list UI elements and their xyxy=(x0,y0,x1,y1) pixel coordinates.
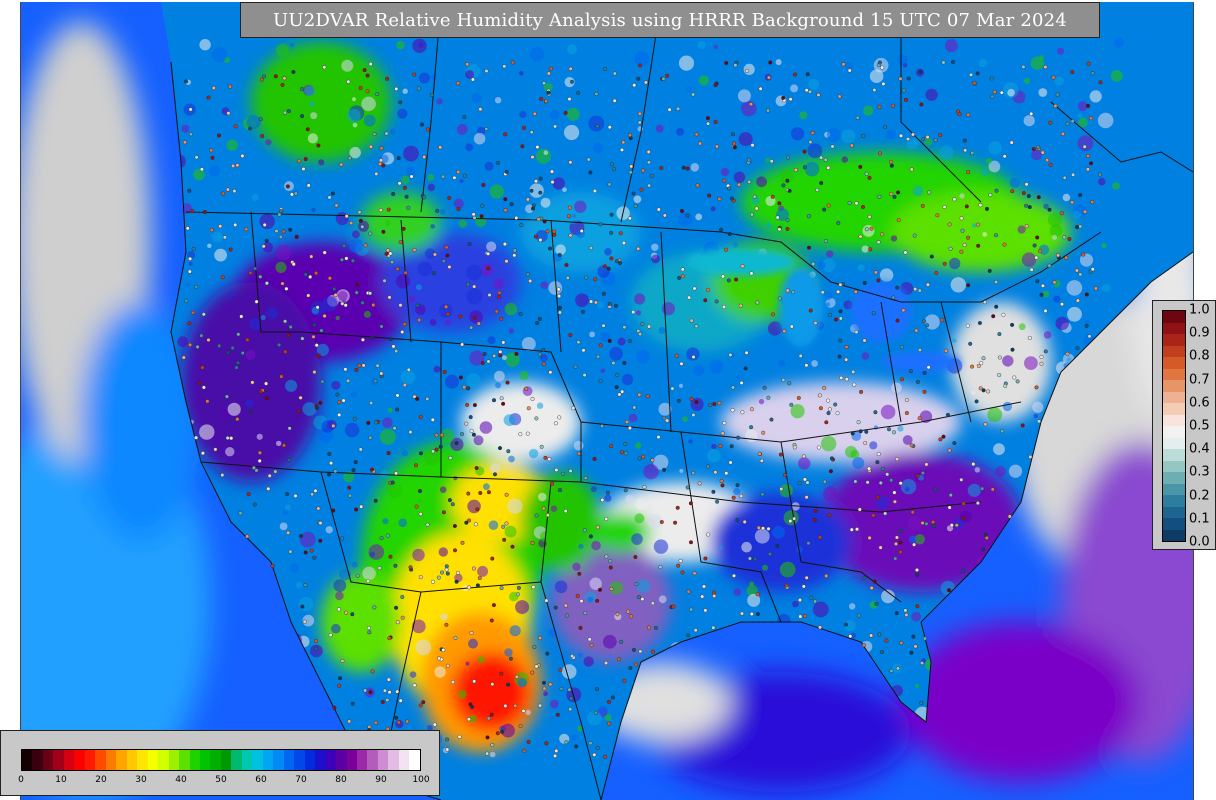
map-panel xyxy=(20,2,1194,800)
rh-colorbar-segment xyxy=(346,750,357,770)
obs-colorbar-tick-label: 0.1 xyxy=(1189,511,1210,527)
rh-colorbar-segment xyxy=(231,750,242,770)
rh-colorbar-segment xyxy=(304,750,316,770)
rh-colorbar-segment xyxy=(241,750,253,770)
rh-colorbar-segment xyxy=(210,750,221,770)
rh-colorbar-segment xyxy=(252,750,263,770)
rh-colorbar-segment xyxy=(147,750,159,770)
rh-colorbar-segment xyxy=(116,750,127,770)
obs-colorbar-segment xyxy=(1163,437,1185,449)
rh-colorbar-tick-label: 90 xyxy=(375,775,387,785)
rh-colorbar-segment xyxy=(315,750,326,770)
obs-colorbar-tick-label: 0.9 xyxy=(1189,325,1210,341)
rh-colorbar-segment xyxy=(377,750,389,770)
rh-colorbar-segment xyxy=(325,750,337,770)
rh-colorbar-segment xyxy=(22,750,33,770)
obs-colorbar-segment xyxy=(1163,483,1185,495)
obs-colorbar-tick-label: 0.7 xyxy=(1189,372,1210,388)
rh-colorbar-segment xyxy=(398,750,410,770)
rh-colorbar-tick-label: 0 xyxy=(18,775,24,785)
rh-colorbar-segment xyxy=(262,750,274,770)
rh-colorbar-segment xyxy=(179,750,190,770)
obs-colorbar-ticks: 0.0 0.1 0.2 0.3 0.4 0.5 0.6 0.7 0.8 0.9 1.0 xyxy=(1189,303,1215,550)
rh-colorbar-segment xyxy=(409,750,420,770)
rh-colorbar-segment xyxy=(158,750,169,770)
map-title: UU2DVAR Relative Humidity Analysis using… xyxy=(240,2,1100,38)
rh-colorbar-segment xyxy=(367,750,378,770)
obs-colorbar-tick-label: 0.2 xyxy=(1189,488,1210,504)
rh-colorbar-segment xyxy=(283,750,295,770)
obs-colorbar-segment xyxy=(1163,426,1185,438)
obs-colorbar-segment xyxy=(1163,334,1185,346)
obs-colorbar-segment xyxy=(1163,472,1185,484)
rh-colorbar-segment xyxy=(294,750,305,770)
rh-colorbar-ticks: 0 10 20 30 40 50 60 70 80 90 100 xyxy=(18,775,429,789)
obs-colorbar-segment xyxy=(1163,529,1185,541)
rh-colorbar-tick-label: 40 xyxy=(175,775,187,785)
obs-colorbar-segment xyxy=(1163,322,1185,334)
obs-colorbar-segment xyxy=(1163,380,1185,392)
rh-colorbar-segment xyxy=(105,750,117,770)
obs-colorbar-tick-label: 0.4 xyxy=(1189,441,1210,457)
obs-colorbar-tick-label: 0.8 xyxy=(1189,348,1210,364)
rh-colorbar-tick-label: 30 xyxy=(135,775,147,785)
rh-colorbar-bar xyxy=(21,749,421,771)
obs-colorbar-tick-label: 1.0 xyxy=(1189,302,1210,318)
rh-colorbar-segment xyxy=(388,750,399,770)
obs-colorbar-segment xyxy=(1163,357,1185,369)
rh-colorbar-segment xyxy=(357,750,368,770)
obs-colorbar-segment xyxy=(1163,518,1185,530)
rh-colorbar-segment xyxy=(63,750,75,770)
rh-colorbar-segment xyxy=(42,750,54,770)
obs-colorbar-segment xyxy=(1163,449,1185,461)
obs-colorbar-segment xyxy=(1163,345,1185,357)
rh-colorbar-segment xyxy=(273,750,284,770)
rh-colorbar-segment xyxy=(74,750,85,770)
rh-colorbar-segment xyxy=(126,750,138,770)
obs-colorbar-segment xyxy=(1163,495,1185,507)
rh-colorbar-tick-label: 20 xyxy=(95,775,107,785)
obs-colorbar-segment xyxy=(1163,460,1185,472)
relative-humidity-map xyxy=(21,2,1193,800)
obs-colorbar-tick-label: 0.0 xyxy=(1189,534,1210,550)
rh-colorbar-tick-label: 100 xyxy=(412,775,430,785)
rh-colorbar-segment xyxy=(95,750,106,770)
rh-colorbar-segment xyxy=(199,750,211,770)
rh-colorbar-tick-label: 70 xyxy=(295,775,307,785)
rh-colorbar-tick-label: 10 xyxy=(55,775,67,785)
obs-colorbar-segment xyxy=(1163,368,1185,380)
rh-colorbar-segment xyxy=(53,750,64,770)
obs-colorbar: 0.0 0.1 0.2 0.3 0.4 0.5 0.6 0.7 0.8 0.9 1.0 xyxy=(1152,300,1216,550)
rh-colorbar-tick-label: 80 xyxy=(335,775,347,785)
obs-colorbar-segment xyxy=(1163,403,1185,415)
rh-colorbar-segment xyxy=(220,750,232,770)
rh-colorbar-tick-label: 60 xyxy=(255,775,267,785)
obs-colorbar-segment xyxy=(1163,506,1185,518)
rh-colorbar-tick-label: 50 xyxy=(215,775,227,785)
rh-colorbar-segment xyxy=(32,750,43,770)
rh-colorbar-segment xyxy=(137,750,148,770)
obs-colorbar-segment xyxy=(1163,391,1185,403)
obs-colorbar-bar xyxy=(1162,310,1186,542)
rh-colorbar-segment xyxy=(189,750,200,770)
obs-colorbar-tick-label: 0.3 xyxy=(1189,464,1210,480)
obs-colorbar-tick-label: 0.6 xyxy=(1189,395,1210,411)
rh-colorbar-segment xyxy=(168,750,180,770)
rh-colorbar-segment xyxy=(84,750,96,770)
obs-colorbar-segment xyxy=(1163,414,1185,426)
rh-colorbar-segment xyxy=(336,750,347,770)
rh-colorbar: 0 10 20 30 40 50 60 70 80 90 100 xyxy=(0,730,440,796)
obs-colorbar-segment xyxy=(1163,311,1185,323)
obs-colorbar-tick-label: 0.5 xyxy=(1189,418,1210,434)
